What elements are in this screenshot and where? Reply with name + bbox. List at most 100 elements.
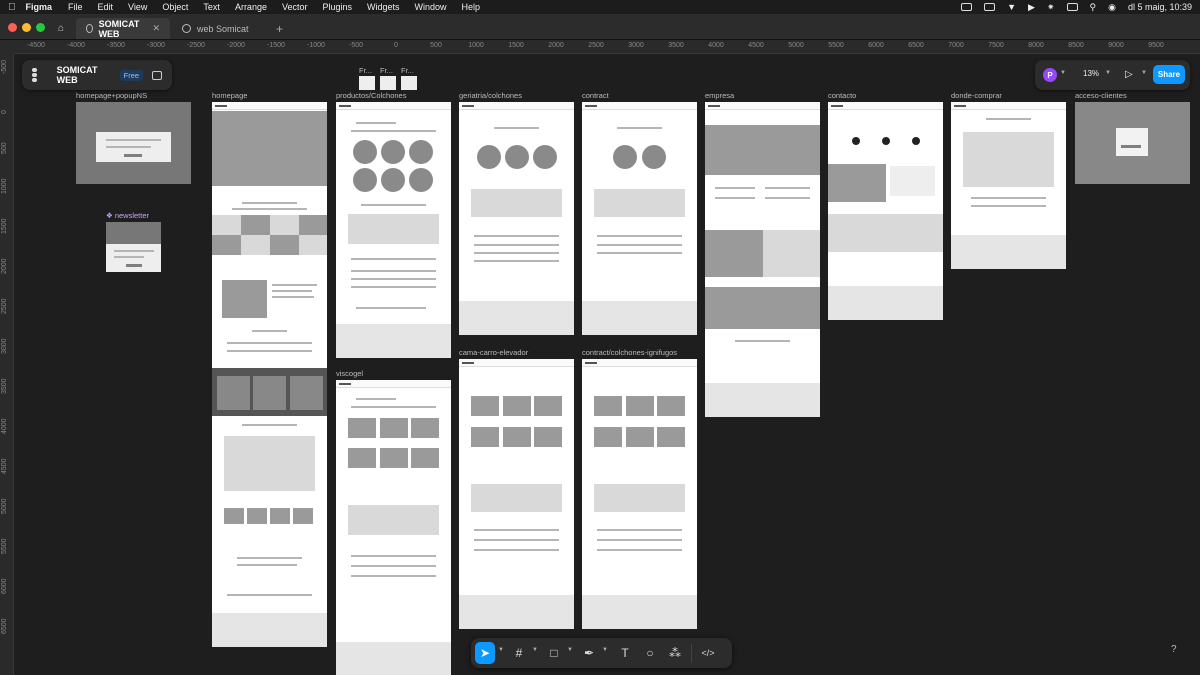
text-tool-icon[interactable]: T: [615, 642, 635, 664]
frame-newsletter[interactable]: [106, 222, 161, 272]
chevron-down-icon[interactable]: ▼: [1060, 70, 1066, 76]
chevron-down-icon[interactable]: ▼: [567, 647, 573, 653]
frame-label-acceso[interactable]: acceso-clientes: [1075, 91, 1127, 100]
menu-object[interactable]: Object: [162, 2, 188, 12]
menu-edit[interactable]: Edit: [98, 2, 114, 12]
help-button[interactable]: ?: [1171, 644, 1177, 655]
frame-label-homepage-popup[interactable]: homepage+popupNS: [76, 91, 147, 100]
ruler-tick-label: 4000: [1, 418, 8, 434]
ruler-tick-label: -1500: [267, 42, 285, 49]
sidebar-toggle-icon[interactable]: [152, 70, 162, 80]
frame-acceso-clientes[interactable]: [1075, 102, 1190, 184]
rectangle-tool-icon[interactable]: □: [544, 642, 564, 664]
frame-productos-colchones[interactable]: [336, 102, 451, 358]
frame-homepage-popup[interactable]: [76, 102, 191, 184]
zoom-level[interactable]: 13%: [1083, 69, 1099, 78]
tab-label: web Somicat: [197, 23, 249, 34]
menu-file[interactable]: File: [68, 2, 83, 12]
ruler-tick-label: 2000: [548, 42, 564, 49]
app-menu[interactable]: Figma: [26, 2, 53, 12]
share-button[interactable]: Share: [1153, 65, 1185, 84]
frame-cama-carro-elevador[interactable]: [459, 359, 574, 629]
figma-status-icon[interactable]: [961, 3, 973, 11]
chevron-down-icon[interactable]: ▼: [602, 647, 608, 653]
ruler-tick-label: 2500: [588, 42, 604, 49]
clock-text[interactable]: dl 5 maig, 10:39: [1128, 2, 1192, 12]
pen-tool-icon[interactable]: ✒: [579, 642, 599, 664]
minimize-window-button[interactable]: [22, 23, 31, 32]
chevron-down-icon[interactable]: ▼: [498, 647, 504, 653]
activity-icon[interactable]: [984, 3, 996, 11]
ruler-tick-label: 3000: [1, 338, 8, 354]
canvas[interactable]: homepage+popupNS ❖ newsletter Fr... Fr..…: [14, 54, 1200, 675]
wifi-icon[interactable]: ▼: [1007, 2, 1016, 12]
ruler-tick-label: 5500: [1, 538, 8, 554]
frame-homepage[interactable]: [212, 102, 327, 647]
close-tab-icon[interactable]: ✕: [152, 23, 160, 34]
plan-badge[interactable]: Free: [119, 69, 144, 81]
frame-label-contacto[interactable]: contacto: [828, 91, 856, 100]
comment-tool-icon[interactable]: ○: [640, 642, 660, 664]
home-tab[interactable]: ⌂: [52, 18, 74, 39]
frame-small-1[interactable]: [359, 76, 375, 90]
frame-label-homepage[interactable]: homepage: [212, 91, 247, 100]
chevron-down-icon[interactable]: ▼: [1141, 70, 1147, 76]
frame-contract[interactable]: [582, 102, 697, 335]
battery-icon[interactable]: [1066, 3, 1078, 11]
ruler-tick-label: 2500: [1, 298, 8, 314]
menu-window[interactable]: Window: [415, 2, 447, 12]
frame-label-empresa[interactable]: empresa: [705, 91, 734, 100]
frame-label-small-3[interactable]: Fr...: [401, 66, 414, 75]
avatar[interactable]: P: [1043, 68, 1057, 82]
menu-arrange[interactable]: Arrange: [235, 2, 267, 12]
apple-icon[interactable]: : [8, 2, 16, 13]
chevron-down-icon[interactable]: ▼: [532, 647, 538, 653]
menu-widgets[interactable]: Widgets: [367, 2, 400, 12]
ruler-tick-label: -4000: [67, 42, 85, 49]
play-status-icon[interactable]: ▶: [1028, 2, 1035, 13]
frame-label-newsletter[interactable]: ❖ newsletter: [106, 211, 149, 220]
control-center-icon[interactable]: ◉: [1108, 2, 1116, 13]
ruler-tick-label: 6000: [868, 42, 884, 49]
frame-label-small-2[interactable]: Fr...: [380, 66, 393, 75]
close-window-button[interactable]: [8, 23, 17, 32]
tab-web-somicat[interactable]: web Somicat: [172, 18, 266, 39]
actions-tool-icon[interactable]: ⁂: [665, 642, 685, 664]
frame-label-contract-ignifugos[interactable]: contract/colchones-ignifugos: [582, 348, 677, 357]
move-tool-icon[interactable]: ➤: [475, 642, 495, 664]
ruler-tick-label: -2500: [187, 42, 205, 49]
present-icon[interactable]: ▷: [1125, 69, 1133, 80]
frame-small-2[interactable]: [380, 76, 396, 90]
frame-empresa[interactable]: [705, 102, 820, 417]
dev-mode-icon[interactable]: </>: [697, 642, 719, 664]
menu-vector[interactable]: Vector: [282, 2, 308, 12]
new-tab-button[interactable]: +: [266, 18, 293, 39]
frame-label-cama[interactable]: cama-carro-elevador: [459, 348, 528, 357]
figma-menu-icon[interactable]: [32, 68, 43, 82]
frame-donde-comprar[interactable]: [951, 102, 1066, 269]
frame-tool-icon[interactable]: #: [509, 642, 529, 664]
frame-label-productos[interactable]: productos/Colchones: [336, 91, 406, 100]
frame-label-small-1[interactable]: Fr...: [359, 66, 372, 75]
menu-text[interactable]: Text: [203, 2, 220, 12]
menu-help[interactable]: Help: [462, 2, 481, 12]
frame-viscogel[interactable]: [336, 380, 451, 675]
frame-geriatria-colchones[interactable]: [459, 102, 574, 335]
frame-label-donde[interactable]: donde-comprar: [951, 91, 1002, 100]
frame-contacto[interactable]: [828, 102, 943, 320]
right-toolbar-panel: P ▼ 13% ▼ ▷ ▼ Share: [1035, 60, 1190, 90]
zoom-window-button[interactable]: [36, 23, 45, 32]
file-name[interactable]: SOMICAT WEB: [57, 65, 114, 85]
frame-label-contract[interactable]: contract: [582, 91, 609, 100]
menu-view[interactable]: View: [128, 2, 147, 12]
bluetooth-icon[interactable]: ⁕: [1047, 2, 1055, 13]
file-panel: SOMICAT WEB Free: [22, 60, 172, 90]
tab-somicat-web[interactable]: SOMICAT WEB ✕: [76, 18, 170, 39]
search-icon[interactable]: ⚲: [1090, 2, 1097, 13]
frame-label-geriatria[interactable]: geriatria/colchones: [459, 91, 522, 100]
frame-label-viscogel[interactable]: viscogel: [336, 369, 363, 378]
frame-small-3[interactable]: [401, 76, 417, 90]
chevron-down-icon[interactable]: ▼: [1105, 70, 1111, 76]
frame-contract-colchones-ignifugos[interactable]: [582, 359, 697, 629]
menu-plugins[interactable]: Plugins: [322, 2, 352, 12]
